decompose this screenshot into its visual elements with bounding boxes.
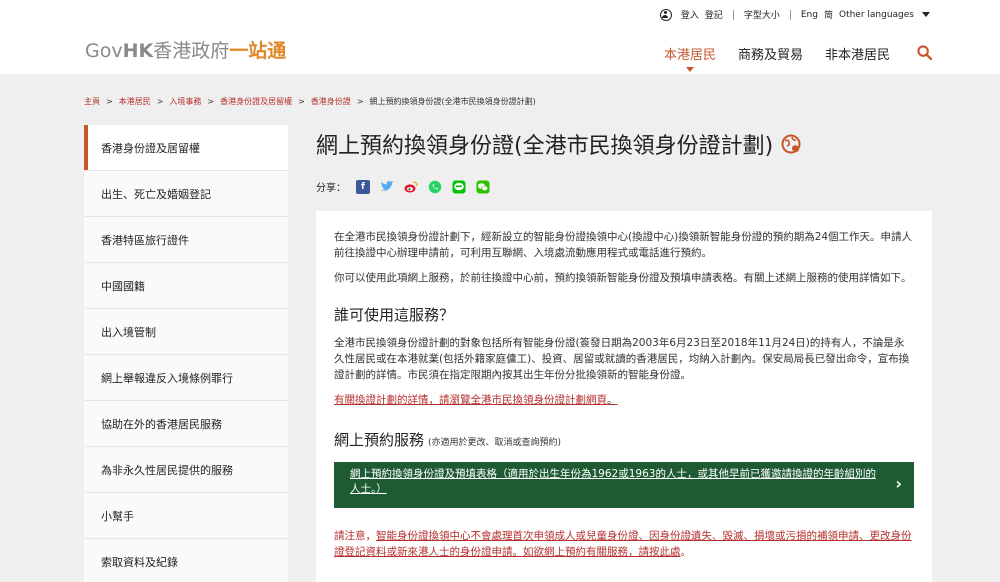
share-label: 分享： (316, 183, 346, 194)
whatsapp-icon[interactable] (428, 180, 442, 194)
nav-non-residents[interactable]: 非本港居民 (825, 44, 890, 63)
who-paragraph: 全港市民換領身份證計劃的對象包括所有智能身份證(簽發日期為2003年6月23日至… (334, 337, 910, 381)
globe-icon (781, 134, 801, 154)
breadcrumb-id-abode[interactable]: 香港身份證及居留權 (220, 96, 292, 107)
weibo-icon[interactable] (404, 180, 418, 194)
line-icon[interactable] (452, 180, 466, 194)
lang-en-link[interactable]: Eng (801, 10, 818, 20)
section-heading-who: 誰可使用這服務？ (334, 306, 455, 324)
page-title: 網上預約換領身份證(全港市民換領身份證計劃) (316, 128, 801, 160)
sidebar-item-immigration-control[interactable]: 出入境管制 (84, 309, 288, 355)
twitter-icon[interactable] (380, 180, 394, 194)
divider (789, 9, 791, 20)
sidebar-item-non-permanent[interactable]: 為非永久性居民提供的服務 (84, 447, 288, 493)
nav-residents[interactable]: 本港居民 (664, 44, 716, 72)
chevron-right-icon: › (895, 474, 902, 493)
section-heading-online: 網上預約服務 (亦適用於更改、取消或查詢預約) (334, 431, 562, 449)
sidebar-item-report-offence[interactable]: 網上舉報違反入境條例罪行 (84, 355, 288, 401)
breadcrumb-home[interactable]: 主頁 (84, 96, 100, 107)
intro-paragraph-2: 你可以使用此項網上服務，於前往換證中心前，預約換領新智能身份證及預填申請表格。有… (334, 272, 912, 284)
sidebar-item-birth-death-marriage[interactable]: 出生、死亡及婚姻登記 (84, 171, 288, 217)
facebook-icon[interactable]: f (356, 179, 370, 194)
sidebar: 香港身份證及居留權 出生、死亡及婚姻登記 香港特區旅行證件 中國國籍 出入境管制… (84, 125, 288, 582)
sidebar-item-travel-documents[interactable]: 香港特區旅行證件 (84, 217, 288, 263)
content-panel: 在全港市民換領身份證計劃下，經新設立的智能身份證換領中心(換證中心)換領新智能身… (316, 211, 932, 582)
lang-sc-link[interactable]: 简 (824, 8, 833, 21)
register-link[interactable]: 登記 (705, 8, 723, 21)
notice-link[interactable]: 智能身份證換領中心不會處理首次申領成人或兒童身份證、因身份證遺失、毀滅、損壞或污… (334, 530, 912, 558)
breadcrumb-id-card[interactable]: 香港身份證 (311, 96, 351, 107)
wechat-icon[interactable] (476, 180, 490, 194)
details-link-row: 有關換證計劃的詳情，請瀏覽全港市民換領身份證計劃網頁。 (334, 394, 618, 406)
scheme-details-link[interactable]: 有關換證計劃的詳情，請瀏覽全港市民換領身份證計劃網頁 (334, 394, 607, 406)
sidebar-item-helper[interactable]: 小幫手 (84, 493, 288, 539)
login-link[interactable]: 登入 (681, 8, 699, 21)
main-nav: 本港居民 商務及貿易 非本港居民 (642, 44, 890, 72)
online-booking-button[interactable]: 網上預約換領身份證及預填表格（適用於出生年份為1962或1963的人士，或其他早… (334, 462, 914, 508)
divider (732, 9, 734, 20)
breadcrumb-current: 網上預約換領身份證(全港市民換領身份證計劃) (369, 97, 536, 106)
sidebar-item-assistance-outside[interactable]: 協助在外的香港居民服務 (84, 401, 288, 447)
user-icon[interactable] (659, 8, 672, 21)
share-bar: 分享： f (316, 179, 500, 194)
sidebar-item-chinese-nationality[interactable]: 中國國籍 (84, 263, 288, 309)
breadcrumb: 主頁 > 本港居民 > 入境事務 > 香港身份證及居留權 > 香港身份證 > 網… (84, 96, 536, 107)
breadcrumb-immigration[interactable]: 入境事務 (169, 96, 201, 107)
breadcrumb-residents[interactable]: 本港居民 (119, 96, 151, 107)
search-icon[interactable] (917, 45, 932, 60)
site-header: 登入 登記 字型大小 Eng 简 Other languages GovHK香港… (0, 0, 1000, 74)
nav-business[interactable]: 商務及貿易 (738, 44, 803, 63)
other-languages-link[interactable]: Other languages (839, 10, 914, 20)
sidebar-item-id-abode[interactable]: 香港身份證及居留權 (84, 125, 288, 171)
top-utility-bar: 登入 登記 字型大小 Eng 简 Other languages (659, 8, 930, 21)
govhk-logo[interactable]: GovHK香港政府一站通 (85, 36, 286, 63)
font-size-link[interactable]: 字型大小 (744, 8, 780, 21)
chevron-down-icon[interactable] (922, 12, 930, 17)
sidebar-item-records[interactable]: 索取資料及紀錄 (84, 539, 288, 582)
intro-paragraph-1: 在全港市民換領身份證計劃下，經新設立的智能身份證換領中心(換證中心)換領新智能身… (334, 231, 913, 259)
notice-paragraph: 請注意，智能身份證換領中心不會處理首次申領成人或兒童身份證、因身份證遺失、毀滅、… (334, 530, 912, 558)
